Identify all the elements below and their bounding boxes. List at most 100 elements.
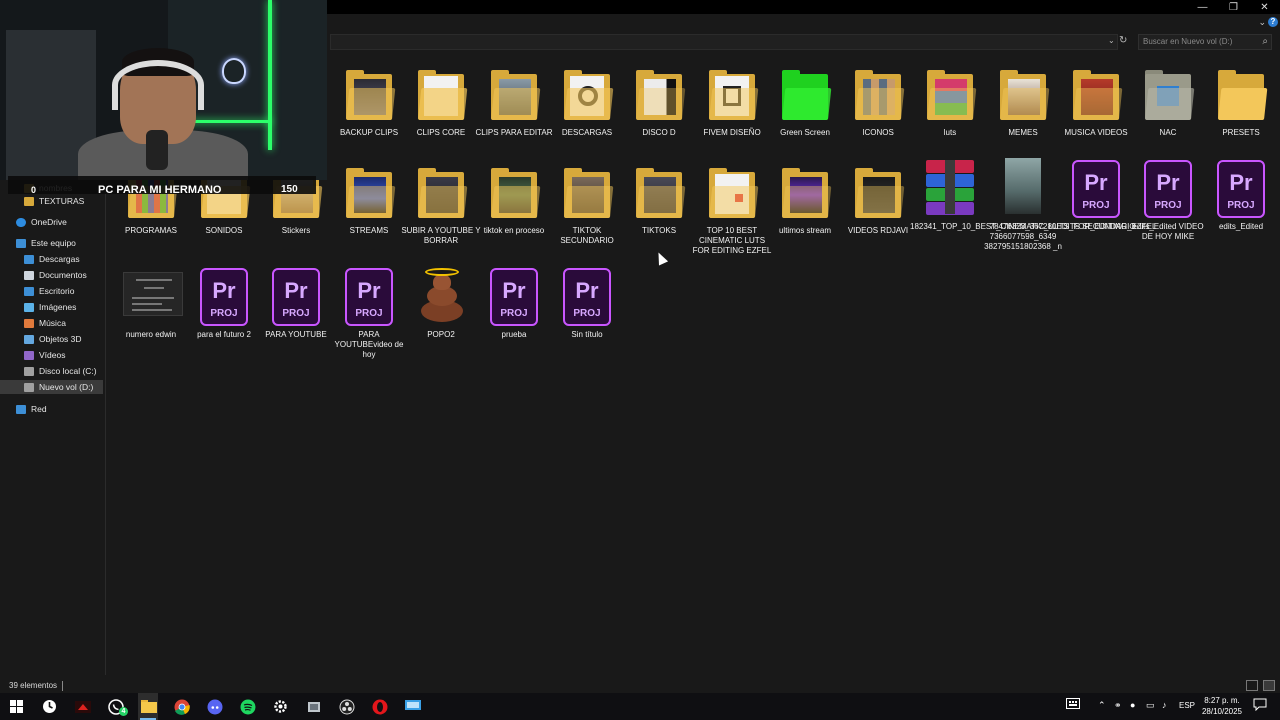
language-indicator[interactable]: ESP: [1179, 701, 1195, 710]
chevron-up-icon[interactable]: ⌃: [1098, 700, 1106, 711]
folder-icon: [346, 168, 396, 218]
premiere-pro-icon: Pr PROJ: [200, 268, 248, 326]
discord-icon[interactable]: [205, 697, 224, 716]
large-icons-view-icon[interactable]: [1263, 680, 1275, 691]
sidebar-item-imagenes[interactable]: Imágenes: [24, 300, 76, 314]
sidebar-item-videos[interactable]: Vídeos: [24, 348, 65, 362]
clock-date: 28/10/2025: [1201, 707, 1243, 716]
winrar-icon: [926, 160, 974, 215]
sidebar-item-red[interactable]: Red: [16, 402, 47, 416]
microphone-tray-icon[interactable]: ●: [1130, 700, 1135, 710]
details-view-icon[interactable]: [1246, 680, 1258, 691]
folder-icon: [418, 70, 468, 120]
premiere-pro-icon: Pr PROJ: [1072, 160, 1120, 218]
sidebar-item-este-equipo[interactable]: Este equipo: [16, 236, 76, 250]
sidebar-item-musica[interactable]: Música: [24, 316, 66, 330]
clock-app-icon[interactable]: [40, 697, 59, 716]
item-label: TIKTOKS: [641, 226, 677, 235]
folder-icon: [1218, 70, 1268, 120]
item-count: 39 elementos: [9, 681, 58, 690]
item-label: EDITS SECUNDARIO: [1056, 222, 1136, 231]
close-button[interactable]: ✕: [1249, 0, 1280, 14]
item-label: MUSICA VIDEOS: [1064, 128, 1128, 137]
windows-start-icon[interactable]: [7, 697, 26, 716]
chrome-icon[interactable]: [172, 697, 191, 716]
folder-icon: [564, 168, 614, 218]
folder-icon: [564, 70, 614, 120]
sidebar-item-texturas[interactable]: TEXTURAS: [24, 194, 84, 208]
stream-counter-left: 0: [31, 185, 37, 195]
folder-icon: [709, 70, 759, 120]
folder-icon: [491, 70, 541, 120]
sidebar-item-objetos-3d[interactable]: Objetos 3D: [24, 332, 82, 346]
item-label: PROGRAMAS: [124, 226, 177, 235]
opera-icon[interactable]: [370, 697, 389, 716]
folder-icon: [418, 168, 468, 218]
headphones-icon: [112, 60, 204, 110]
alien-logo-icon: [222, 58, 246, 84]
search-input[interactable]: Buscar en Nuevo vol (D:) ⌕: [1138, 34, 1272, 50]
address-dropdown-icon[interactable]: ⌄: [1108, 36, 1115, 45]
ribbon-toggle-button[interactable]: ⌄: [1258, 17, 1266, 28]
volume-icon[interactable]: ♪: [1162, 700, 1167, 710]
sidebar-item-label: Red: [31, 404, 47, 414]
item-label: Sin título: [571, 330, 603, 339]
folder-icon: [1000, 70, 1050, 120]
sidebar-item-disco-local-c[interactable]: Disco local (C:): [24, 364, 97, 378]
keyboard-icon[interactable]: [1066, 698, 1080, 711]
refresh-icon[interactable]: ↻: [1119, 35, 1127, 46]
game-icon[interactable]: [304, 697, 323, 716]
obs-icon[interactable]: [337, 697, 356, 716]
sidebar-item-label: Descargas: [39, 254, 80, 264]
poop-icon: [421, 268, 463, 322]
sidebar-item-label: Imágenes: [39, 302, 77, 312]
item-label: MEMES: [1008, 128, 1038, 137]
minimize-button[interactable]: —: [1187, 0, 1218, 14]
folder-icon: [782, 168, 832, 218]
taskbar: 4 ⌃ ⚭ ● ▭ ♪ ESP 8:27 p. m. 28/10/2025: [0, 693, 1280, 720]
taskbar-clock[interactable]: 8:27 p. m. 28/10/2025: [1196, 695, 1248, 717]
drive-c-icon: [24, 366, 34, 376]
sidebar-item-documentos[interactable]: Documentos: [24, 268, 87, 282]
address-field[interactable]: [330, 34, 1118, 50]
whatsapp-icon[interactable]: 4: [106, 697, 128, 716]
file-explorer-icon[interactable]: [139, 697, 158, 716]
folder-icon: [636, 70, 686, 120]
folder-icon: [1073, 70, 1123, 120]
remote-desktop-icon[interactable]: [403, 697, 422, 716]
sidebar-item-label: Música: [39, 318, 66, 328]
search-icon[interactable]: ⌕: [1262, 36, 1268, 47]
folder-icon: [346, 70, 396, 120]
item-label: 78476323_367280 7366077598_6349 38279515…: [984, 222, 1062, 251]
restore-button[interactable]: ❐: [1218, 0, 1249, 14]
notifications-icon[interactable]: [1253, 698, 1267, 713]
document-icon: [24, 270, 34, 280]
spotify-icon[interactable]: [238, 697, 257, 716]
image-thumbnail: [1005, 158, 1041, 214]
amd-icon[interactable]: [73, 697, 92, 716]
item-label: FIVEM DISEÑO: [703, 128, 761, 137]
sidebar-item-onedrive[interactable]: OneDrive: [16, 215, 67, 229]
music-icon: [24, 318, 34, 328]
settings-icon[interactable]: [271, 697, 290, 716]
item-label: edits_Edited VIDEO DE HOY MIKE: [1132, 222, 1204, 241]
search-placeholder: Buscar en Nuevo vol (D:): [1143, 37, 1233, 46]
item-label: 182341_TOP_10_BEST_CINEMATIC_LUTS_FOR_ED…: [910, 222, 1157, 231]
item-label: STREAMS: [349, 226, 389, 235]
item-label: TIKTOK SECUNDARIO: [560, 226, 614, 245]
item-label: numero edwin: [125, 330, 177, 339]
sidebar-item-label: Disco local (C:): [39, 366, 97, 376]
sidebar-item-nuevo-vol-d[interactable]: Nuevo vol (D:): [0, 380, 103, 394]
network-tray-icon[interactable]: ▭: [1146, 700, 1155, 711]
webcam-overlay: [0, 0, 327, 180]
sidebar-item-descargas[interactable]: Descargas: [24, 252, 80, 266]
item-label: luts: [943, 128, 957, 137]
window-controls: — ❐ ✕: [1187, 0, 1280, 14]
sidebar-item-escritorio[interactable]: Escritorio: [24, 284, 74, 298]
folder-icon: [782, 70, 832, 120]
premiere-pro-icon: Pr PROJ: [272, 268, 320, 326]
item-label: POPO2: [427, 330, 455, 339]
help-icon[interactable]: ?: [1268, 17, 1278, 27]
folder-icon: [1145, 70, 1195, 120]
sync-icon[interactable]: ⚭: [1114, 700, 1122, 711]
